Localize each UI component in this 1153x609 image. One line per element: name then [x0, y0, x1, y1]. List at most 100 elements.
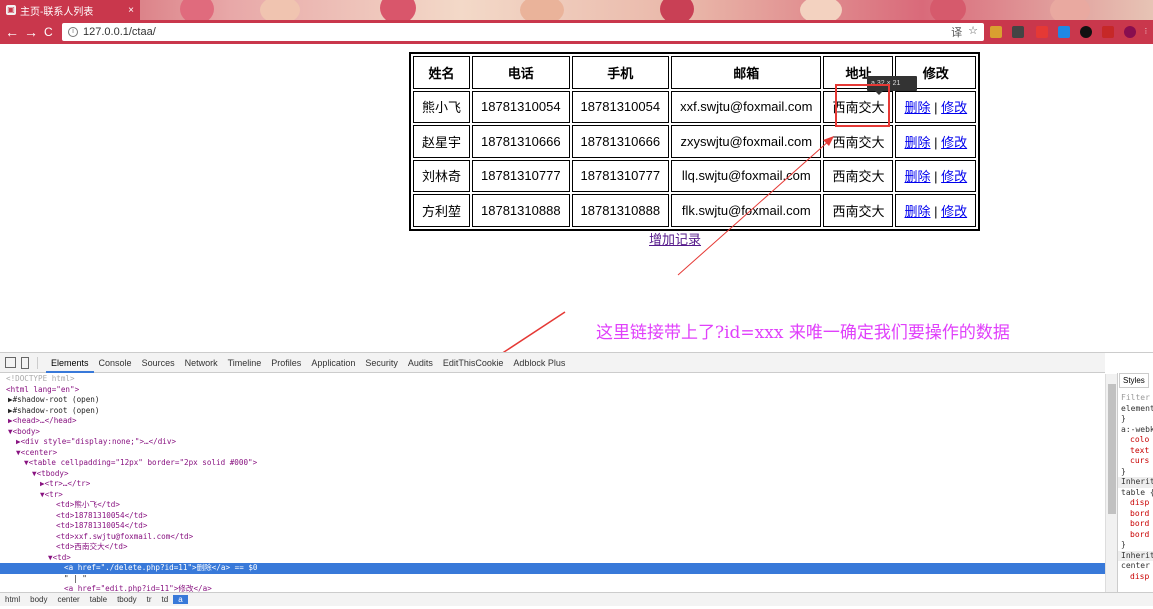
breadcrumb-item[interactable]: body — [25, 595, 52, 604]
breadcrumb-item[interactable]: center — [52, 595, 84, 604]
dom-scrollbar[interactable] — [1105, 374, 1117, 592]
extension-icon[interactable] — [1012, 26, 1024, 38]
dom-node[interactable]: <td>xxf.swjtu@foxmail.com</td> — [0, 532, 1105, 543]
cell-email: llq.swjtu@foxmail.com — [671, 159, 822, 192]
edit-link[interactable]: 修改 — [941, 204, 967, 219]
dom-node[interactable]: ▼<center> — [0, 448, 1105, 459]
tab-application[interactable]: Application — [306, 353, 360, 373]
dom-node[interactable]: ▼<table cellpadding="12px" border="2px s… — [0, 458, 1105, 469]
dom-node[interactable]: ▶<tr>…</tr> — [0, 479, 1105, 490]
styles-line: bord — [1130, 508, 1150, 518]
tab-profiles[interactable]: Profiles — [266, 353, 306, 373]
tab-elements[interactable]: Elements — [46, 353, 94, 373]
reload-icon[interactable]: C — [44, 24, 53, 40]
breadcrumb-item[interactable]: tbody — [112, 595, 142, 604]
dom-tree: <!DOCTYPE html> <html lang="en"> ▶#shado… — [0, 374, 1105, 592]
dom-node-selected[interactable]: <a href="./delete.php?id=11">删除</a> == $… — [0, 563, 1105, 574]
delete-link[interactable]: 删除 — [904, 204, 930, 219]
device-mode-icon[interactable] — [21, 356, 29, 369]
styles-line: bord — [1130, 529, 1150, 539]
dom-node[interactable]: <td>18781310054</td> — [0, 511, 1105, 522]
breadcrumb-item[interactable]: html — [0, 595, 25, 604]
browser-tab[interactable]: ▣ 主页-联系人列表 × — [0, 0, 140, 20]
header-mobile: 手机 — [571, 56, 670, 89]
dom-node[interactable]: " | " — [0, 574, 1105, 585]
dom-node[interactable]: <td>熊小飞</td> — [0, 500, 1105, 511]
tab-adblock-plus[interactable]: Adblock Plus — [508, 353, 570, 373]
cell-email: xxf.swjtu@foxmail.com — [671, 90, 822, 123]
dom-node[interactable]: ▼<tr> — [0, 490, 1105, 501]
address-bar[interactable]: i 127.0.0.1/ctaa/ 译 ☆ — [62, 23, 984, 41]
edit-link[interactable]: 修改 — [941, 169, 967, 184]
dom-node[interactable]: <html lang="en"> — [0, 385, 1105, 396]
extension-icon[interactable] — [1102, 26, 1114, 38]
delete-link[interactable]: 删除 — [904, 169, 930, 184]
bookmark-star-icon[interactable]: ☆ — [968, 24, 978, 40]
menu-icon[interactable]: ⋮ — [1142, 26, 1150, 38]
header-phone: 电话 — [472, 56, 570, 89]
dom-node[interactable]: ▶#shadow-root (open) — [0, 406, 1105, 417]
cell-mobile: 18781310054 — [571, 90, 670, 123]
dom-node[interactable]: <!DOCTYPE html> — [0, 374, 1105, 385]
tab-console[interactable]: Console — [94, 353, 137, 373]
action-separator: | — [930, 169, 942, 185]
tab-title: 主页-联系人列表 — [20, 6, 94, 18]
cell-name: 方利堃 — [413, 194, 471, 227]
extension-icon[interactable] — [990, 26, 1002, 38]
tab-network[interactable]: Network — [180, 353, 223, 373]
tab-timeline[interactable]: Timeline — [223, 353, 267, 373]
dom-node[interactable]: ▶<head>…</head> — [0, 416, 1105, 427]
site-info-icon[interactable]: i — [68, 27, 78, 37]
cell-actions: 删除 | 修改 — [895, 90, 977, 123]
tab-editthiscookie[interactable]: EditThisCookie — [438, 353, 509, 373]
header-name: 姓名 — [413, 56, 471, 89]
dom-node[interactable]: <a href="edit.php?id=11">修改</a> — [0, 584, 1105, 592]
tab-security[interactable]: Security — [360, 353, 403, 373]
cell-email: flk.swjtu@foxmail.com — [671, 194, 822, 227]
extension-icon[interactable] — [1036, 26, 1048, 38]
action-separator: | — [930, 134, 942, 150]
tab-styles[interactable]: Styles — [1119, 373, 1149, 388]
tab-audits[interactable]: Audits — [403, 353, 438, 373]
dom-node[interactable]: ▶<div style="display:none;">…</div> — [0, 437, 1105, 448]
tab-sources[interactable]: Sources — [137, 353, 180, 373]
back-icon[interactable]: ← — [5, 24, 19, 40]
styles-line: center — [1121, 561, 1150, 570]
styles-line: } — [1121, 414, 1126, 423]
cell-name: 赵星宇 — [413, 125, 471, 158]
forward-icon[interactable]: → — [24, 24, 38, 40]
breadcrumb-item[interactable]: td — [157, 595, 174, 604]
styles-pane: Filter element } a:-webk colo text curs … — [1117, 373, 1153, 592]
extension-icon[interactable] — [1124, 26, 1136, 38]
tab-close-icon[interactable]: × — [128, 5, 134, 16]
dom-node[interactable]: <td>西南交大</td> — [0, 542, 1105, 553]
devtools-panel: Elements Console Sources Network Timelin… — [0, 352, 1153, 609]
cell-phone: 18781310666 — [472, 125, 570, 158]
styles-filter[interactable]: Filter — [1118, 393, 1153, 404]
styles-line: table { — [1121, 487, 1153, 497]
dom-node[interactable]: ▼<tbody> — [0, 469, 1105, 480]
edit-link[interactable]: 修改 — [941, 100, 967, 115]
inspect-element-icon[interactable] — [5, 357, 16, 368]
delete-link[interactable]: 删除 — [904, 135, 930, 150]
styles-line: Inherited — [1118, 477, 1153, 488]
cell-phone: 18781310777 — [472, 159, 570, 192]
styles-line: colo — [1130, 435, 1150, 444]
cell-actions: 删除 | 修改 — [895, 159, 977, 192]
dom-node[interactable]: <td>18781310054</td> — [0, 521, 1105, 532]
styles-line: disp — [1130, 571, 1150, 581]
breadcrumb-item[interactable]: table — [85, 595, 112, 604]
breadcrumb-item[interactable]: tr — [142, 595, 157, 604]
translate-icon[interactable]: 译 — [951, 24, 962, 40]
breadcrumb-item-active[interactable]: a — [173, 595, 188, 604]
extension-icon[interactable] — [1080, 26, 1092, 38]
add-record-link[interactable]: 增加记录 — [649, 229, 701, 248]
dom-node[interactable]: ▼<td> — [0, 553, 1105, 564]
dom-node[interactable]: ▼<body> — [0, 427, 1105, 438]
extension-icon[interactable] — [1058, 26, 1070, 38]
delete-link[interactable]: 删除 — [904, 100, 930, 115]
title-bar: ▣ 主页-联系人列表 × — [0, 0, 1153, 25]
scrollbar-thumb[interactable] — [1108, 384, 1116, 514]
dom-node[interactable]: ▶#shadow-root (open) — [0, 395, 1105, 406]
edit-link[interactable]: 修改 — [941, 135, 967, 150]
